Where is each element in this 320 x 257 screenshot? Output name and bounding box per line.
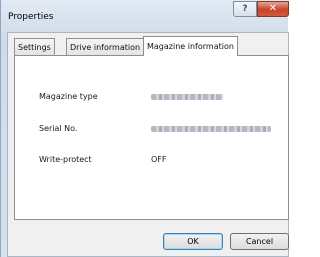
write-protect-label: Write-protect [39,155,92,164]
tab-magazine-information[interactable]: Magazine information [143,36,238,56]
magazine-type-label: Magazine type [39,92,98,101]
magazine-type-value [151,94,223,100]
tab-drive-information[interactable]: Drive information [66,38,145,55]
ok-button[interactable]: OK [163,233,223,250]
magazine-information-panel [14,55,289,220]
window-title: Properties [8,12,54,22]
serial-number-label: Serial No. [39,124,78,133]
properties-window: Properties ? ✕ Settings Drive informatio… [0,0,289,257]
write-protect-value: OFF [151,155,167,164]
cancel-button[interactable]: Cancel [230,233,289,250]
serial-number-value [151,126,271,132]
help-button[interactable]: ? [233,1,257,17]
tab-settings[interactable]: Settings [14,38,55,55]
close-button[interactable]: ✕ [257,1,289,17]
